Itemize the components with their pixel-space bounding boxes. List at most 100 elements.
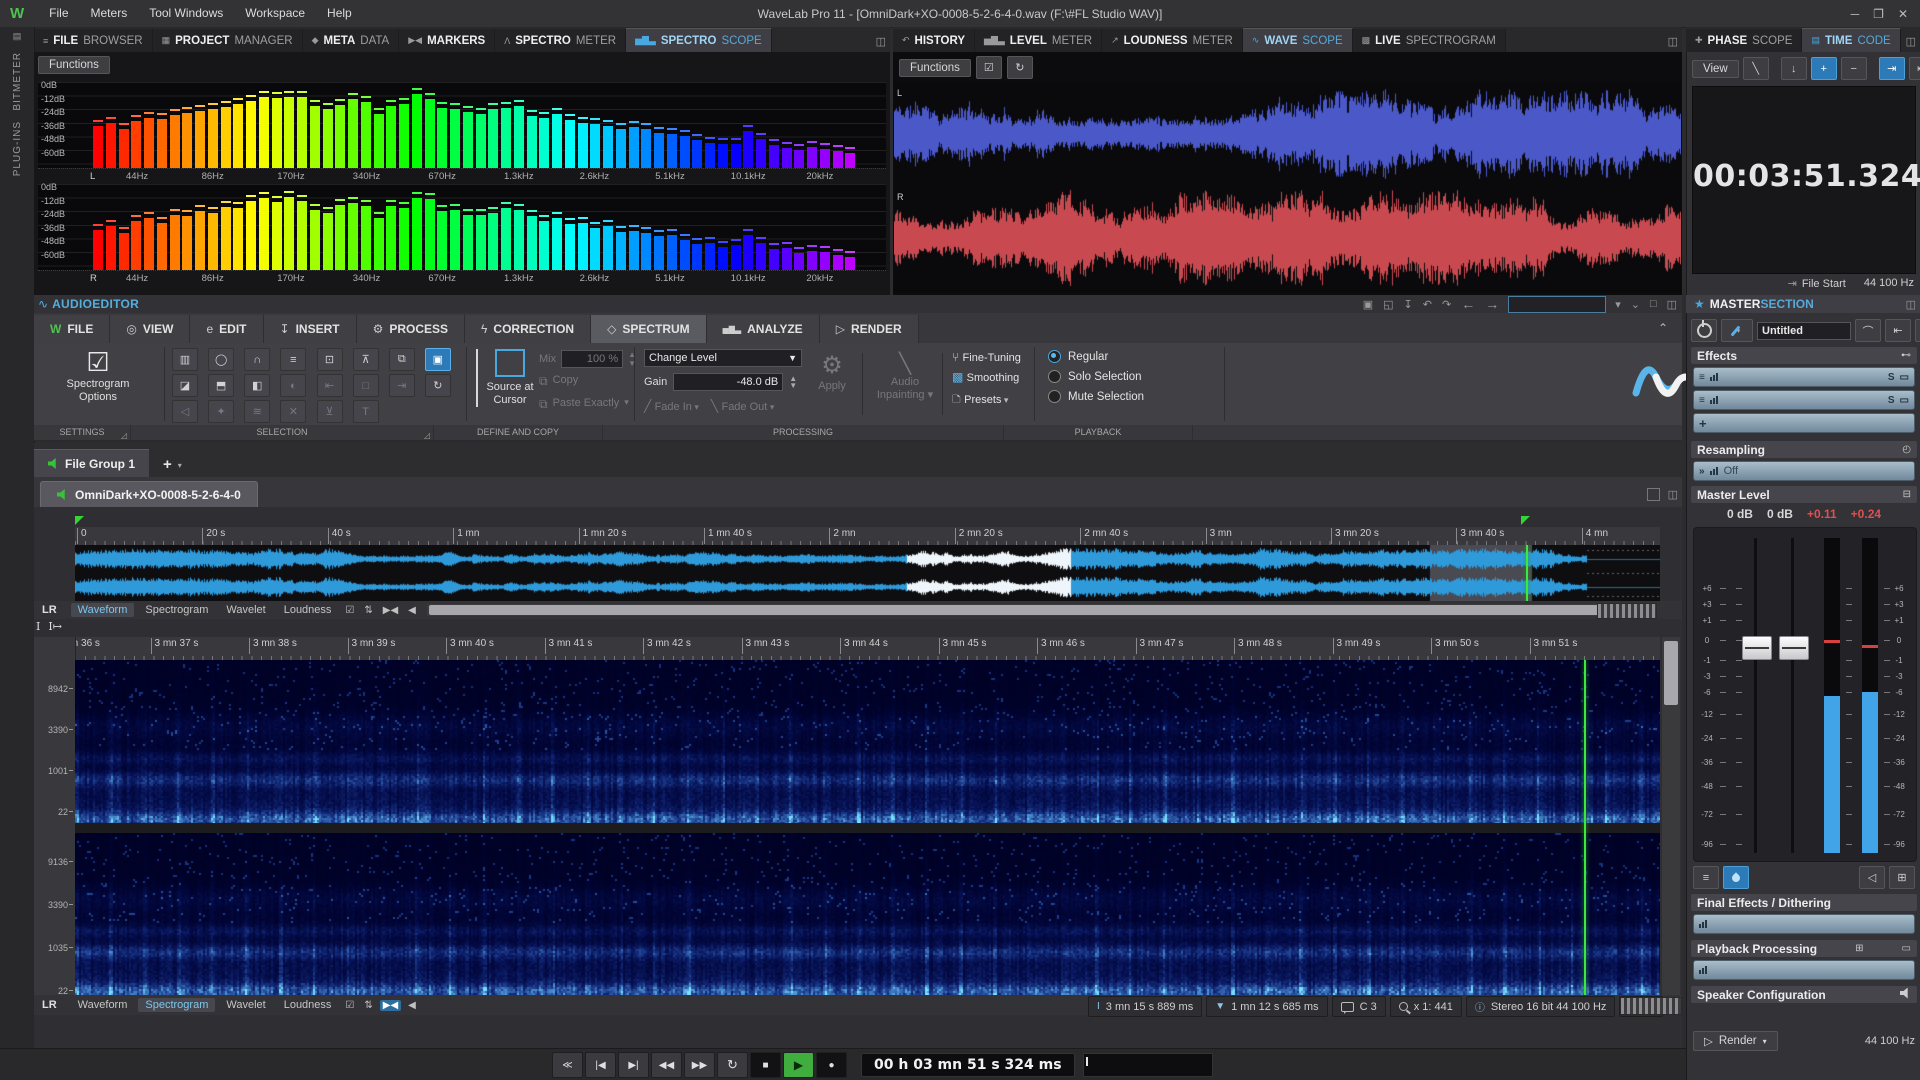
jump-back-button[interactable]: ≪	[552, 1052, 583, 1078]
open-folder-icon[interactable]: ◱	[1383, 298, 1393, 311]
dock-tab-spectroscope[interactable]: ▅▇▃SPECTROSCOPE	[626, 28, 772, 52]
monitor-probe-button[interactable]: ▾	[1721, 319, 1753, 342]
group-expand-icon[interactable]: ◿	[424, 428, 430, 443]
goto-input[interactable]	[1508, 296, 1606, 313]
solo-icon[interactable]: S	[1888, 395, 1895, 406]
timecode-view-button[interactable]: View	[1692, 60, 1739, 78]
zoom-widget[interactable]	[1620, 997, 1682, 1015]
undo-icon[interactable]: ↶	[1423, 298, 1432, 311]
playback-option-regular[interactable]: Regular	[1048, 350, 1144, 363]
main-time-ruler[interactable]: 3 mn 36 s3 mn 37 s3 mn 38 s3 mn 39 s3 mn…	[75, 637, 1660, 661]
strip-tab-plug-ins[interactable]: PLUG-INS	[12, 121, 23, 176]
ribbon-tab-analyze[interactable]: ▅▇▃ANALYZE	[707, 315, 820, 343]
ribbon-tab-edit[interactable]: eEDIT	[190, 315, 263, 343]
spectrogram-right-channel[interactable]	[75, 833, 1660, 995]
delete-select-icon[interactable]: ✕	[280, 400, 306, 423]
nav-forward-icon[interactable]: →	[1485, 296, 1499, 312]
gain-stepper[interactable]: ▲▼	[789, 375, 797, 389]
overview-scrollbar[interactable]	[427, 604, 1656, 616]
playback-option-mute-selection[interactable]: Mute Selection	[1048, 390, 1144, 403]
settings-check-icon[interactable]: ☑	[342, 1000, 357, 1011]
mode-select[interactable]: Change Level ▼	[644, 349, 802, 367]
save-icon[interactable]: ↧	[1404, 298, 1413, 311]
antialias-icon[interactable]	[1723, 866, 1749, 889]
dock-tab-timecode[interactable]: ▤TIMECODE	[1802, 28, 1900, 52]
rotate-select-icon[interactable]: ↻	[425, 374, 451, 397]
ribbon-tab-render[interactable]: ▷RENDER	[820, 315, 919, 343]
master-level-header[interactable]: Master Level⊟	[1691, 486, 1917, 503]
mini-view-icon[interactable]	[1647, 488, 1660, 501]
dock-tab-spectrometer[interactable]: ΛSPECTROMETER	[495, 29, 626, 52]
dock-tab-projectmanager[interactable]: ▦PROJECTMANAGER	[153, 29, 303, 52]
view-tab-spectrogram[interactable]: Spectrogram	[138, 603, 215, 617]
ruler-from-cursor-icon[interactable]: ⇤	[1909, 57, 1920, 80]
reset-icon[interactable]: ⇤	[1885, 319, 1911, 342]
audio-inpainting-button[interactable]: ╲ Audio Inpainting ▾	[872, 351, 938, 402]
fade-out-button[interactable]: ╲ Fade Out ▾	[711, 399, 774, 413]
filter-icon[interactable]: ⌄	[1631, 298, 1640, 311]
ribbon-tab-file[interactable]: WFILE	[34, 315, 110, 343]
menu-help[interactable]: Help	[316, 0, 363, 27]
ribbon-tab-process[interactable]: ⚙PROCESS	[357, 315, 465, 343]
panel-menu-icon[interactable]: ◫	[1906, 298, 1916, 311]
effects-header[interactable]: Effects⊷	[1691, 347, 1917, 364]
ribbon-tab-view[interactable]: ◎VIEW	[110, 315, 190, 343]
select-document-icon[interactable]: ▣	[1363, 298, 1373, 311]
wavescope-settings-icon[interactable]: ☑	[976, 56, 1002, 79]
previous-edge-icon[interactable]: ⇤	[317, 374, 343, 397]
channel-select-icon[interactable]: ◧	[244, 374, 270, 397]
ibeam-extend-tool-icon[interactable]: I↦	[48, 620, 62, 636]
smoothing-button[interactable]: ▩ Smoothing	[952, 370, 1021, 384]
apply-check-icon[interactable]: ☑	[1915, 319, 1920, 342]
marquee-select-icon[interactable]: ▣	[425, 348, 451, 371]
text-select-icon[interactable]: T	[353, 400, 379, 423]
fade-in-button[interactable]: ╱ Fade In ▾	[644, 399, 699, 413]
redo-icon[interactable]: ↷	[1442, 298, 1451, 311]
status-selection-length[interactable]: ▼1 mn 12 s 685 ms	[1206, 996, 1327, 1017]
maximize-view-icon[interactable]: □	[1650, 298, 1657, 310]
status-audio-format[interactable]: ⓘStereo 16 bit 44 100 Hz	[1466, 996, 1616, 1017]
minimize-icon[interactable]: ─	[1851, 7, 1860, 21]
status-pitch[interactable]: C 3	[1332, 996, 1386, 1017]
add-file-group-button[interactable]: +	[163, 456, 172, 473]
scroll-thumb[interactable]	[429, 605, 1654, 615]
arc-select-icon[interactable]: ∩	[244, 348, 270, 371]
extend-top-icon[interactable]: ⊼	[353, 348, 379, 371]
loop-button[interactable]: ↻	[717, 1052, 748, 1078]
copy-button[interactable]: ⧉Copy	[539, 374, 578, 389]
file-group-tab[interactable]: File Group 1	[34, 449, 149, 477]
bypass-icon[interactable]: ▭	[1900, 372, 1909, 383]
playback-processing-slot[interactable]	[1693, 960, 1915, 980]
view-tab-waveform[interactable]: Waveform	[71, 603, 135, 617]
master-section-tab[interactable]: ★ MASTER SECTION ◫	[1686, 295, 1920, 314]
presets-button[interactable]: 🗅 Presets ▾	[952, 390, 1021, 411]
record-button[interactable]: ●	[816, 1052, 847, 1078]
effect-slot-1[interactable]: ≡S▭	[1693, 367, 1915, 387]
maximize-icon[interactable]: ❐	[1873, 7, 1884, 21]
drop-marker-icon[interactable]: ↓	[1781, 57, 1807, 80]
dock-tab-metadata[interactable]: ◆METADATA	[303, 29, 400, 52]
ribbon-tab-spectrum[interactable]: ◇SPECTRUM	[591, 315, 707, 343]
add-effect-slot[interactable]: +	[1693, 413, 1915, 433]
playhead-marker[interactable]	[1521, 516, 1530, 525]
ribbon-tab-insert[interactable]: ↧INSERT	[264, 315, 357, 343]
view-options-icon[interactable]: ◫	[1668, 488, 1678, 501]
view-tab-spectrogram[interactable]: Spectrogram	[138, 998, 215, 1012]
gradient-select-icon[interactable]: ▥	[172, 348, 198, 371]
bypass-all-icon[interactable]: ⌒	[1855, 319, 1881, 342]
paste-exactly-button[interactable]: ⧉Paste Exactly▾	[539, 397, 629, 412]
view-tab-wavelet[interactable]: Wavelet	[219, 998, 272, 1012]
master-power-button[interactable]	[1691, 319, 1717, 342]
view-tab-waveform[interactable]: Waveform	[71, 998, 135, 1012]
add-group-dropdown-icon[interactable]: ▾	[178, 461, 182, 470]
rewind-button[interactable]: ◀◀	[651, 1052, 682, 1078]
panel-options-icon[interactable]: ◫	[1667, 298, 1677, 311]
solo-icon[interactable]: S	[1888, 372, 1895, 383]
menu-tool-windows[interactable]: Tool Windows	[138, 0, 234, 27]
spectrogram-left-channel[interactable]	[75, 660, 1660, 823]
go-to-end-button[interactable]: ▶|	[618, 1052, 649, 1078]
view-tab-loudness[interactable]: Loudness	[277, 998, 339, 1012]
lasso-select-icon[interactable]: ◯	[208, 348, 234, 371]
dock-tab-phasescope[interactable]: ✚PHASESCOPE	[1686, 29, 1802, 52]
magic-wand-icon[interactable]: ✦	[208, 400, 234, 423]
